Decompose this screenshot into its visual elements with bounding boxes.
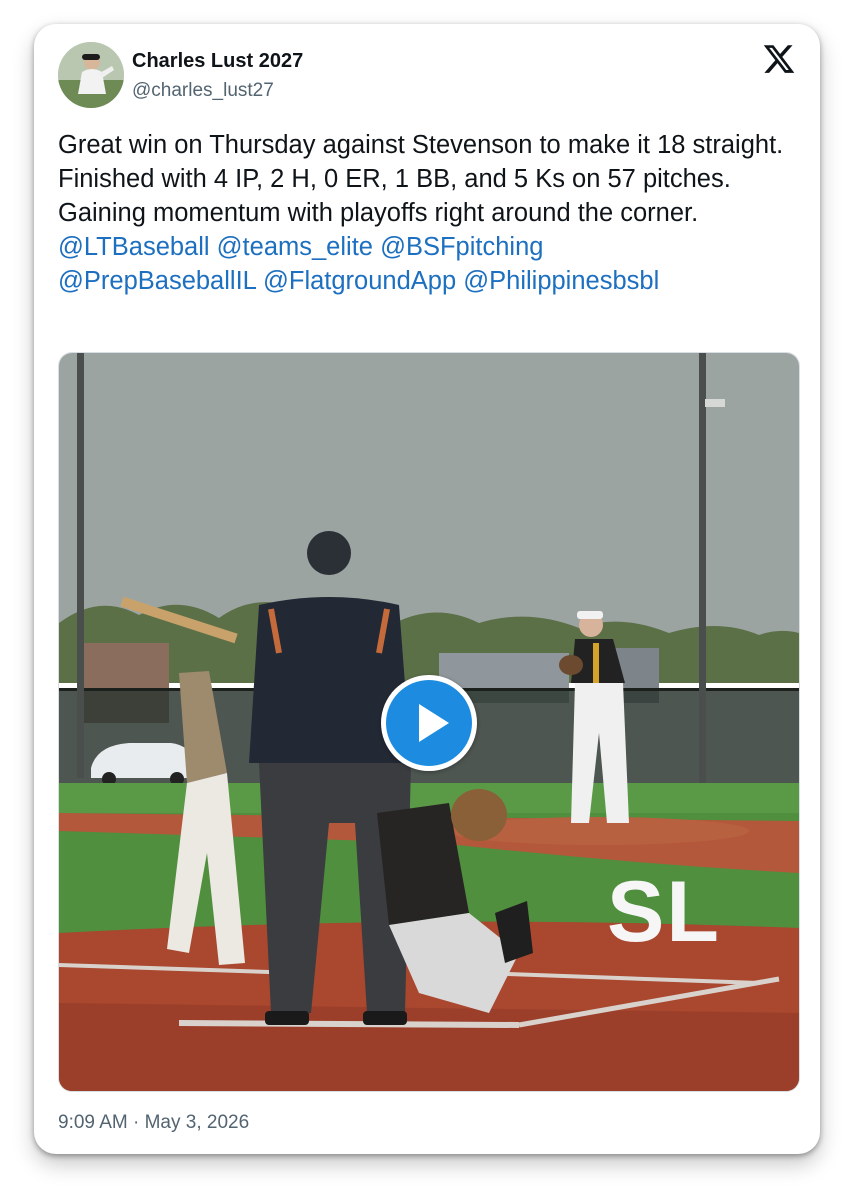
play-button[interactable]	[381, 675, 477, 771]
mention-link[interactable]: @PrepBaseballIL	[58, 267, 256, 295]
mention-link[interactable]: @FlatgroundApp	[263, 267, 456, 295]
mention-link[interactable]: @LTBaseball	[58, 233, 210, 261]
tweet-card: Charles Lust 2027 @charles_lust27 Great …	[34, 24, 820, 1154]
tweet-text: Great win on Thursday against Stevenson …	[58, 131, 784, 227]
mention-link[interactable]: @Philippinesbsbl	[463, 267, 659, 295]
author-name[interactable]: Charles Lust 2027	[132, 50, 303, 73]
play-icon	[386, 680, 472, 766]
watermark: SL	[607, 864, 721, 960]
mention-link[interactable]: @teams_elite	[217, 233, 373, 261]
video-player[interactable]: SL	[58, 352, 800, 1092]
tweet-body: Great win on Thursday against Stevenson …	[58, 128, 803, 298]
x-logo-icon[interactable]	[762, 42, 796, 76]
mention-link[interactable]: @BSFpitching	[380, 233, 543, 261]
avatar-image	[58, 42, 124, 108]
avatar[interactable]	[58, 42, 124, 108]
timestamp[interactable]: 9:09 AM · May 3, 2026	[58, 1112, 249, 1134]
mentions: @LTBaseball @teams_elite @BSFpitching @P…	[58, 230, 803, 298]
author-handle[interactable]: @charles_lust27	[132, 80, 274, 102]
